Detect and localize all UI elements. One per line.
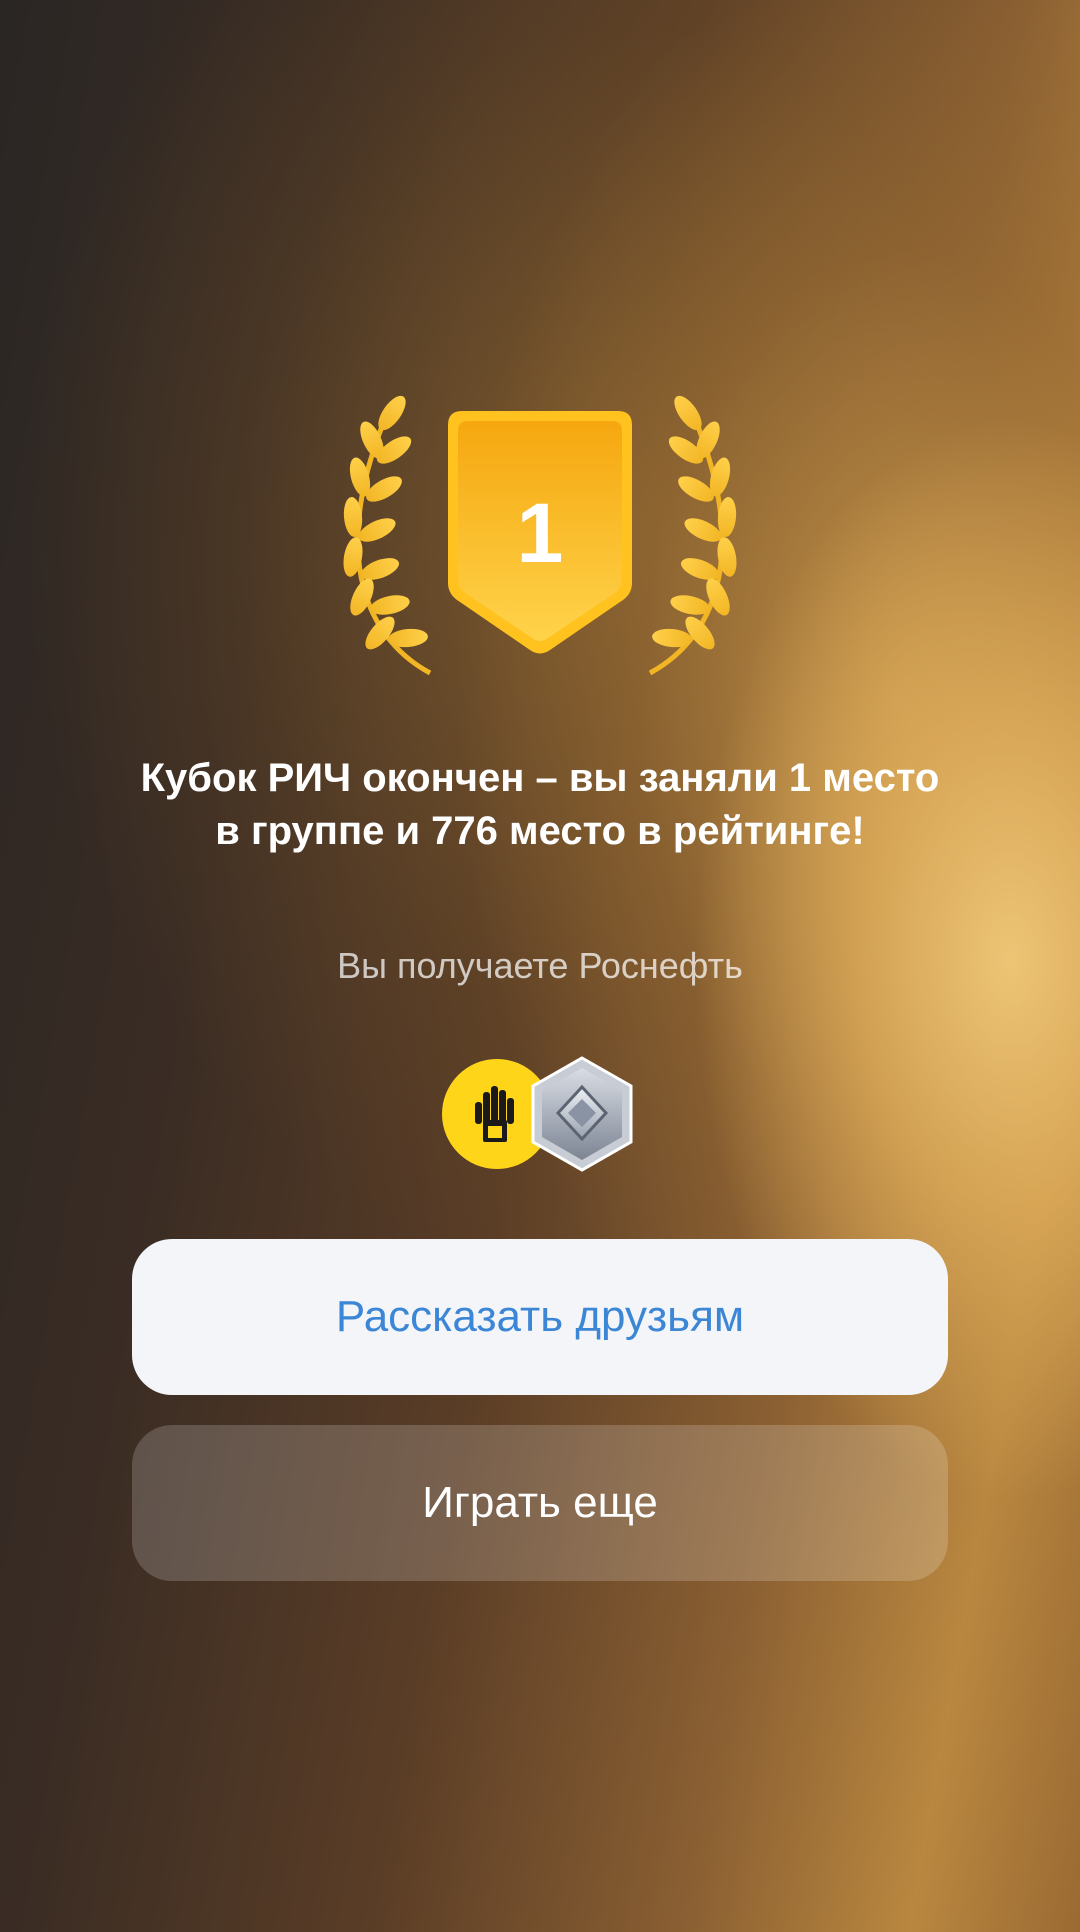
reward-icons bbox=[440, 1055, 640, 1175]
reward-subtitle: Вы получаете Роснефть bbox=[337, 945, 743, 986]
result-screen: 1 Кубок РИЧ окончен – вы заняли 1 место … bbox=[0, 0, 1080, 1932]
right-laurel-icon bbox=[648, 395, 737, 676]
place-number: 1 bbox=[516, 486, 564, 580]
silver-diamond-badge-icon bbox=[528, 1055, 636, 1173]
left-laurel-icon bbox=[343, 395, 432, 676]
result-title: Кубок РИЧ окончен – вы заняли 1 место в … bbox=[140, 756, 940, 853]
play-again-button[interactable]: Играть еще bbox=[132, 1425, 948, 1581]
share-with-friends-button[interactable]: Рассказать друзьям bbox=[132, 1239, 948, 1395]
trophy: 1 bbox=[320, 395, 760, 685]
